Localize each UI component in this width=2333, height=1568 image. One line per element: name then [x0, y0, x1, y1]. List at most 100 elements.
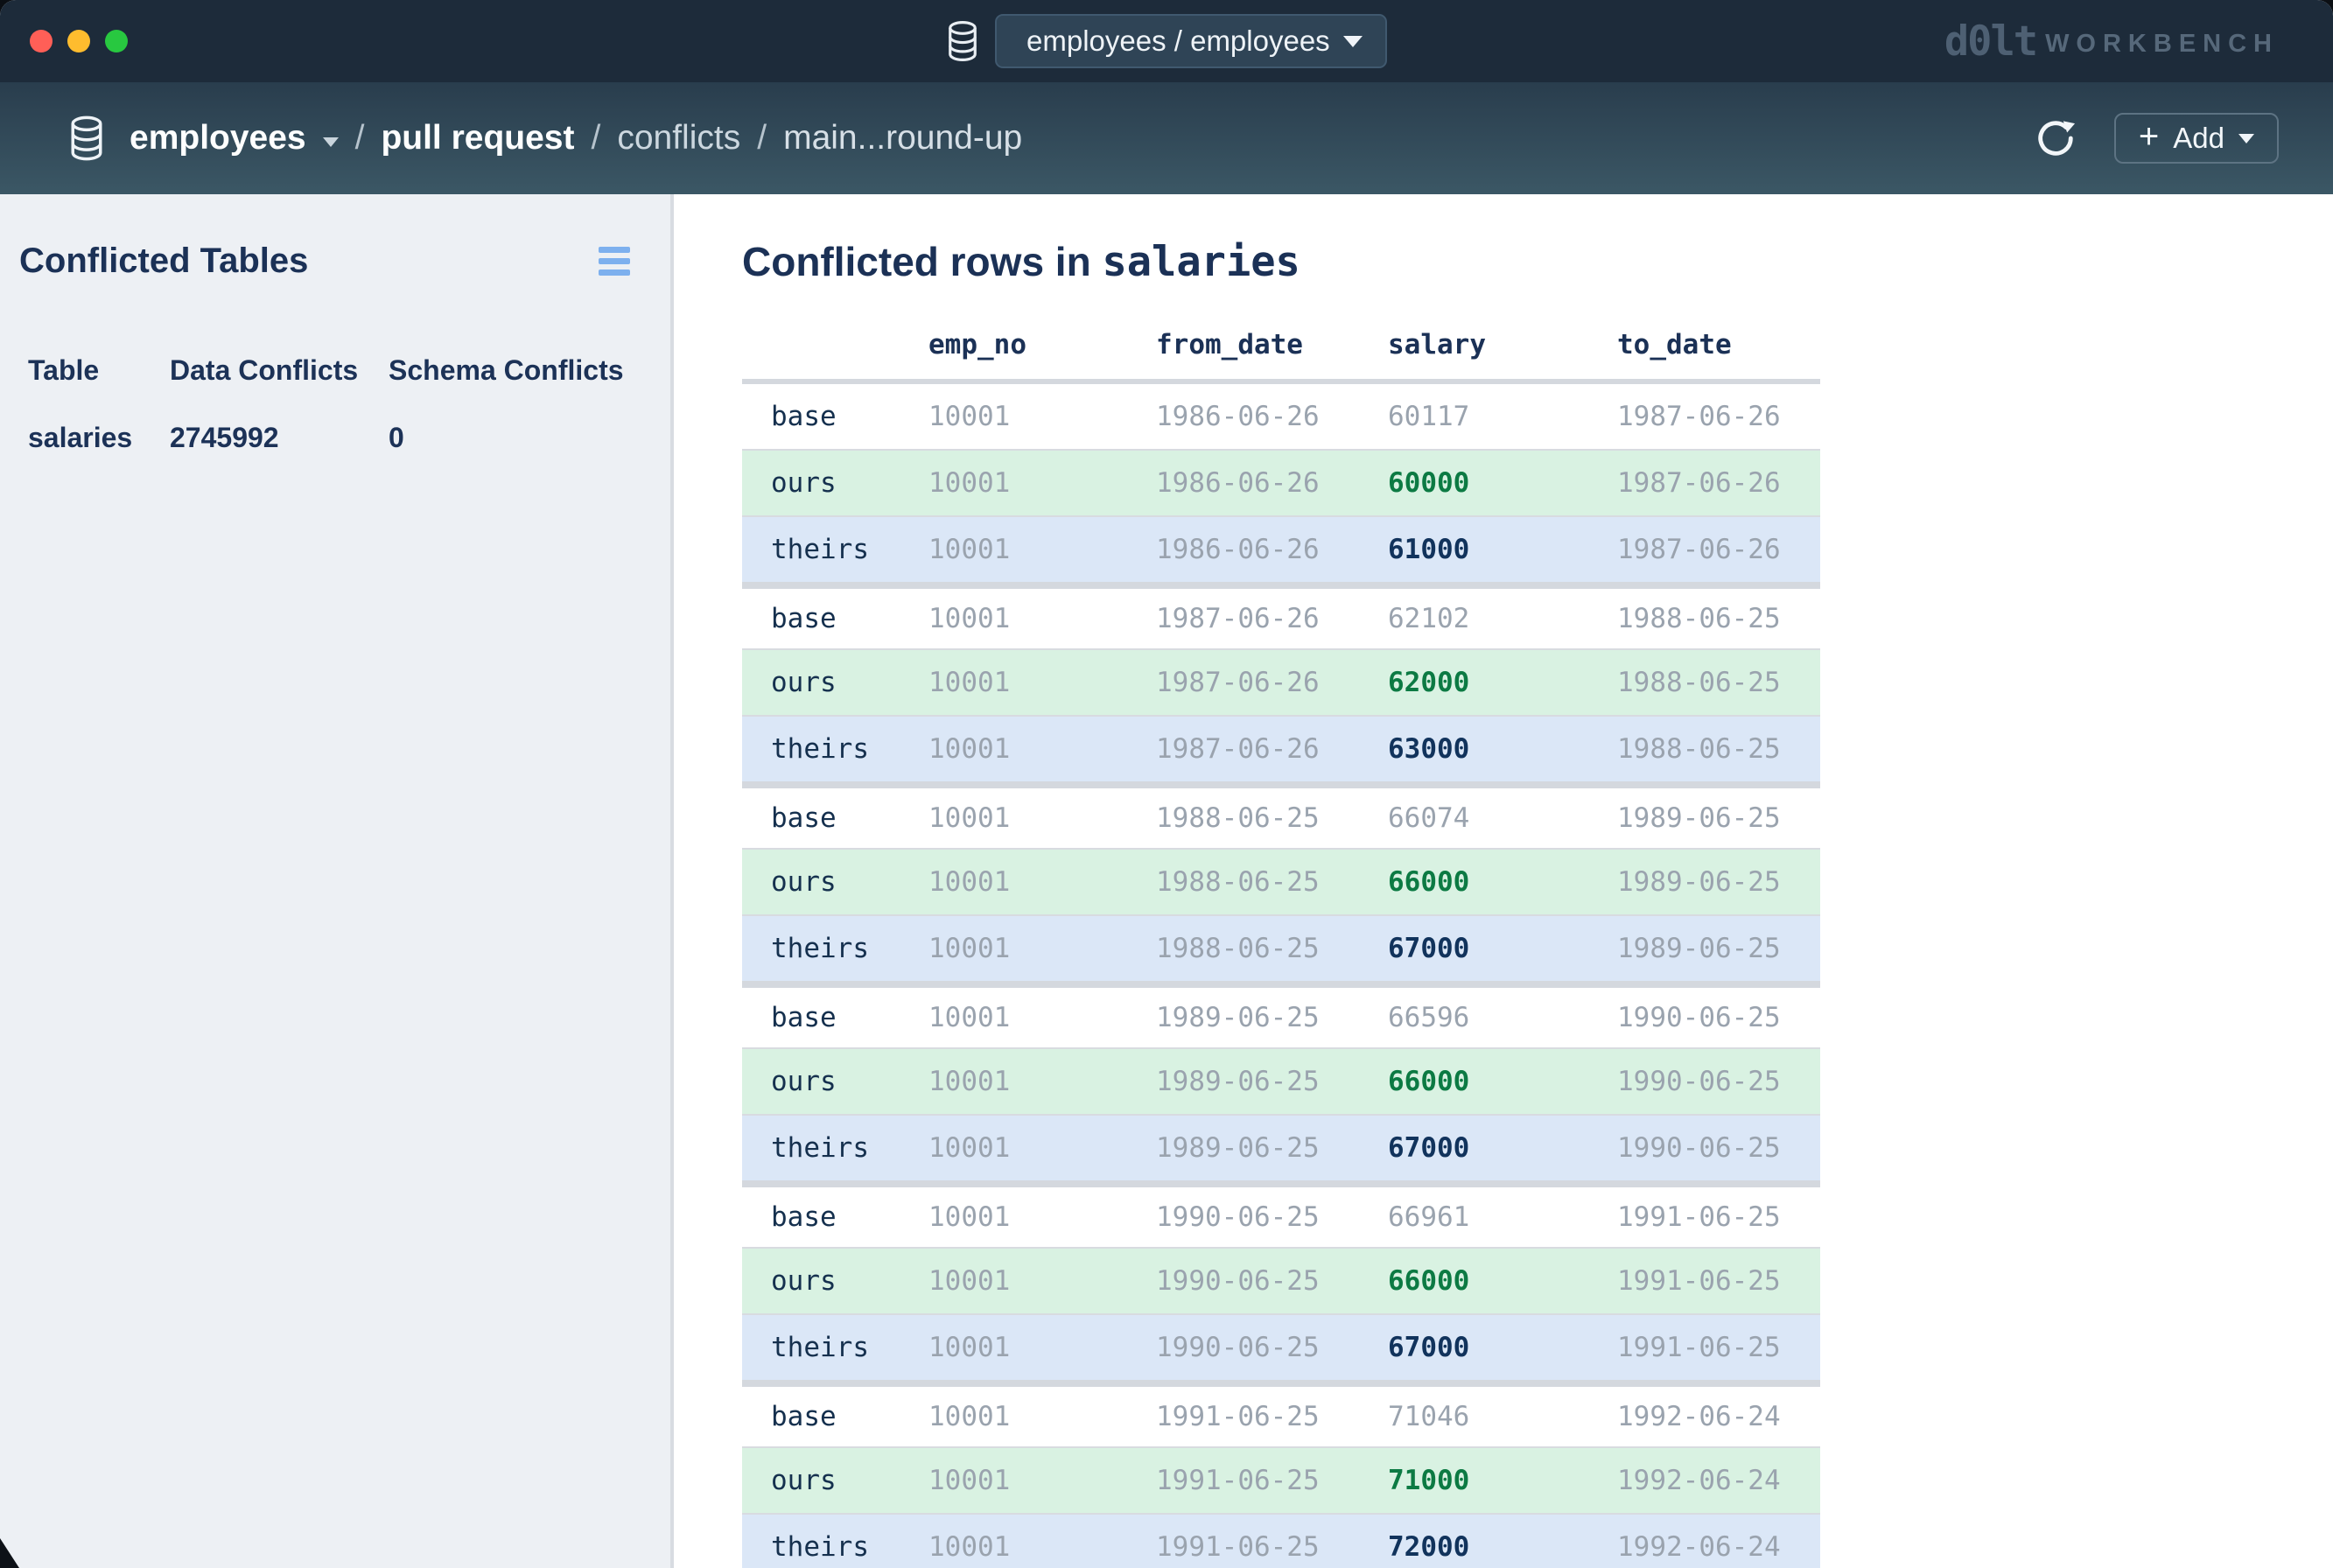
cell-emp-no: 10001 [928, 1201, 1156, 1233]
add-button[interactable]: + Add [2114, 113, 2279, 164]
cell-to-date: 1988-06-25 [1617, 667, 1820, 698]
zoom-button[interactable] [105, 30, 128, 52]
conflicted-table-row-salaries[interactable]: salaries 2745992 0 [28, 422, 653, 454]
cell-from-date: 1986-06-26 [1156, 534, 1388, 565]
close-button[interactable] [30, 30, 53, 52]
cell-row-label: ours [771, 866, 928, 898]
cell-salary: 66961 [1388, 1201, 1617, 1233]
cell-salary: 66000 [1388, 866, 1617, 898]
cell-row-label: theirs [771, 1531, 928, 1563]
cell-salary: 67000 [1388, 1332, 1617, 1363]
cell-emp-no: 10001 [928, 802, 1156, 834]
menu-button[interactable] [595, 243, 634, 279]
cell-to-date: 1987-06-26 [1617, 401, 1820, 432]
cell-row-label: ours [771, 1265, 928, 1297]
cell-to-date: 1991-06-25 [1617, 1201, 1820, 1233]
mouse-cursor [0, 1538, 19, 1568]
chevron-down-icon [2238, 134, 2254, 144]
chevron-down-icon[interactable] [323, 137, 339, 147]
cell-from-date: 1991-06-25 [1156, 1531, 1388, 1563]
cell-salary: 66596 [1388, 1002, 1617, 1033]
cell-row-label: base [771, 1002, 928, 1033]
cell-from-date: 1986-06-26 [1156, 401, 1388, 432]
page-title-prefix: Conflicted rows in [742, 239, 1091, 284]
cell-from-date: 1991-06-25 [1156, 1465, 1388, 1496]
cell-emp-no: 10001 [928, 1531, 1156, 1563]
data-conflicts-cell: 2745992 [170, 422, 389, 454]
cell-from-date: 1988-06-25 [1156, 866, 1388, 898]
cell-to-date: 1989-06-25 [1617, 933, 1820, 964]
cell-row-label: theirs [771, 534, 928, 565]
menu-icon [599, 247, 630, 253]
cell-emp-no: 10001 [928, 667, 1156, 698]
navbar: employees / pull request / conflicts / m… [0, 82, 2333, 194]
cell-salary: 71046 [1388, 1401, 1617, 1432]
conflicted-tables-list: Table Data Conflicts Schema Conflicts sa… [0, 354, 670, 454]
cell-salary: 62000 [1388, 667, 1617, 698]
breadcrumb-separator: / [355, 119, 365, 158]
cell-from-date: 1986-06-26 [1156, 467, 1388, 499]
page-title-table-name: salaries [1102, 238, 1300, 286]
cell-emp-no: 10001 [928, 733, 1156, 765]
sidebar-title: Conflicted Tables [19, 242, 308, 281]
cell-salary: 67000 [1388, 1132, 1617, 1164]
conflict-rows: base100011986-06-26601171987-06-26ours10… [742, 384, 1820, 1568]
breadcrumb: employees / pull request / conflicts / m… [130, 119, 1022, 158]
column-header-table: Table [28, 354, 170, 387]
traffic-lights [30, 30, 128, 52]
conflict-row-base: base100011990-06-25669611991-06-25 [742, 1180, 1820, 1247]
conflict-row-base: base100011987-06-26621021988-06-25 [742, 582, 1820, 648]
connection-dropdown[interactable]: employees / employees [995, 14, 1387, 68]
cell-salary: 66000 [1388, 1066, 1617, 1097]
cell-to-date: 1992-06-24 [1617, 1531, 1820, 1563]
logo-dolt: d0lt [1944, 18, 2036, 66]
cell-emp-no: 10001 [928, 1132, 1156, 1164]
cell-row-label: base [771, 603, 928, 634]
cell-from-date: 1989-06-25 [1156, 1002, 1388, 1033]
cell-emp-no: 10001 [928, 1465, 1156, 1496]
cell-salary: 66000 [1388, 1265, 1617, 1297]
cell-emp-no: 10001 [928, 603, 1156, 634]
cell-salary: 60000 [1388, 467, 1617, 499]
cell-row-label: theirs [771, 933, 928, 964]
cell-to-date: 1989-06-25 [1617, 802, 1820, 834]
cell-to-date: 1990-06-25 [1617, 1002, 1820, 1033]
cell-salary: 71000 [1388, 1465, 1617, 1496]
cell-emp-no: 10001 [928, 1265, 1156, 1297]
cell-salary: 61000 [1388, 534, 1617, 565]
column-header-emp-no: emp_no [928, 329, 1156, 360]
cell-row-label: base [771, 1401, 928, 1432]
column-header-salary: salary [1388, 329, 1617, 360]
column-header-data-conflicts: Data Conflicts [170, 354, 389, 387]
cell-row-label: ours [771, 667, 928, 698]
schema-conflicts-cell: 0 [389, 422, 653, 454]
cell-from-date: 1989-06-25 [1156, 1132, 1388, 1164]
cell-emp-no: 10001 [928, 401, 1156, 432]
breadcrumb-pull-request[interactable]: pull request [381, 119, 574, 158]
cell-emp-no: 10001 [928, 1002, 1156, 1033]
conflict-table-header: emp_no from_date salary to_date [742, 311, 1820, 384]
cell-to-date: 1988-06-25 [1617, 603, 1820, 634]
cell-from-date: 1990-06-25 [1156, 1201, 1388, 1233]
conflict-row-base: base100011989-06-25665961990-06-25 [742, 981, 1820, 1047]
refresh-button[interactable] [2034, 116, 2077, 160]
minimize-button[interactable] [67, 30, 90, 52]
conflicted-tables-sidebar: Conflicted Tables Table Data Conflicts S… [0, 194, 674, 1568]
breadcrumb-conflicts[interactable]: conflicts [617, 119, 740, 158]
conflict-row-base: base100011986-06-26601171987-06-26 [742, 384, 1820, 449]
cell-emp-no: 10001 [928, 1066, 1156, 1097]
title-bar: employees / employees d0lt WORKBENCH [0, 0, 2333, 82]
chevron-down-icon [1343, 36, 1363, 47]
cell-from-date: 1988-06-25 [1156, 802, 1388, 834]
cell-salary: 72000 [1388, 1531, 1617, 1563]
cell-from-date: 1988-06-25 [1156, 933, 1388, 964]
cell-salary: 60117 [1388, 401, 1617, 432]
cell-from-date: 1990-06-25 [1156, 1332, 1388, 1363]
cell-from-date: 1989-06-25 [1156, 1066, 1388, 1097]
breadcrumb-database[interactable]: employees [130, 119, 306, 158]
cell-to-date: 1988-06-25 [1617, 733, 1820, 765]
breadcrumb-branches: main...round-up [783, 119, 1022, 158]
cell-emp-no: 10001 [928, 866, 1156, 898]
conflict-row-theirs: theirs100011991-06-25720001992-06-24 [742, 1513, 1820, 1568]
conflict-row-ours: ours100011986-06-26600001987-06-26 [742, 449, 1820, 515]
